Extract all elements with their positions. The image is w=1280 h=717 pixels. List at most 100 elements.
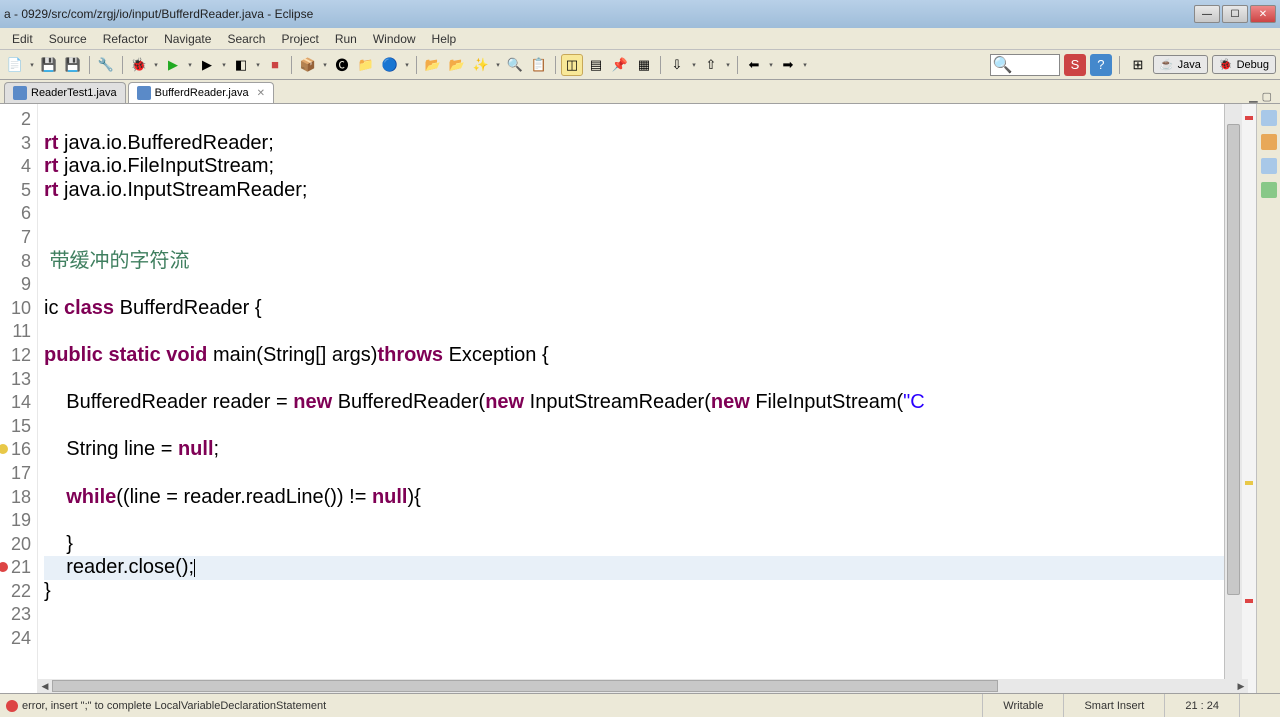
- pin-icon[interactable]: 📌: [609, 54, 631, 76]
- code-line[interactable]: String line = null;: [44, 438, 1224, 462]
- info-icon[interactable]: ?: [1090, 54, 1112, 76]
- navigator-view-icon[interactable]: [1261, 182, 1277, 198]
- tab-bufferdreader[interactable]: BufferdReader.java ✕: [128, 82, 274, 103]
- dropdown-icon[interactable]: ▾: [254, 54, 262, 76]
- scrollbar-thumb[interactable]: [52, 680, 998, 692]
- close-icon[interactable]: ✕: [257, 88, 265, 99]
- menu-run[interactable]: Run: [327, 30, 365, 48]
- code-line[interactable]: [44, 509, 1224, 533]
- help-icon[interactable]: S: [1064, 54, 1086, 76]
- code-line[interactable]: [44, 462, 1224, 486]
- horizontal-scrollbar[interactable]: ◀ ▶: [38, 679, 1248, 693]
- code-line[interactable]: }: [44, 580, 1224, 604]
- code-line[interactable]: [44, 202, 1224, 226]
- open-perspective-icon[interactable]: ⊞: [1127, 54, 1149, 76]
- wand-icon[interactable]: ✨: [470, 54, 492, 76]
- dropdown-icon[interactable]: ▾: [494, 54, 502, 76]
- menu-edit[interactable]: Edit: [4, 30, 41, 48]
- menu-navigate[interactable]: Navigate: [156, 30, 219, 48]
- next-annotation-icon[interactable]: ⇩: [666, 54, 688, 76]
- code-line[interactable]: rt java.io.InputStreamReader;: [44, 179, 1224, 203]
- menu-source[interactable]: Source: [41, 30, 95, 48]
- code-line[interactable]: [44, 226, 1224, 250]
- code-line[interactable]: rt java.io.FileInputStream;: [44, 155, 1224, 179]
- hierarchy-view-icon[interactable]: [1261, 158, 1277, 174]
- coverage-icon[interactable]: ◧: [230, 54, 252, 76]
- code-line[interactable]: [44, 273, 1224, 297]
- task-icon[interactable]: 📋: [528, 54, 550, 76]
- task-view-icon[interactable]: [1261, 134, 1277, 150]
- dropdown-icon[interactable]: ▾: [152, 54, 160, 76]
- back-icon[interactable]: ⬅: [743, 54, 765, 76]
- stop-icon[interactable]: ■: [264, 54, 286, 76]
- code-line[interactable]: [44, 368, 1224, 392]
- code-line[interactable]: [44, 108, 1224, 132]
- java-perspective-button[interactable]: ☕ Java: [1153, 55, 1208, 74]
- debug-perspective-button[interactable]: 🐞 Debug: [1212, 55, 1276, 74]
- save-icon[interactable]: 💾: [38, 54, 60, 76]
- code-line[interactable]: }: [44, 533, 1224, 557]
- warning-marker[interactable]: [1245, 481, 1253, 485]
- scroll-right-icon[interactable]: ▶: [1234, 679, 1248, 693]
- outline-view-icon[interactable]: [1261, 110, 1277, 126]
- code-line[interactable]: public static void main(String[] args)th…: [44, 344, 1224, 368]
- maximize-view-icon[interactable]: ▢: [1262, 90, 1272, 103]
- dropdown-icon[interactable]: ▾: [220, 54, 228, 76]
- open-type-icon[interactable]: 🔵: [379, 54, 401, 76]
- build-icon[interactable]: 🔧: [95, 54, 117, 76]
- code-line[interactable]: BufferedReader reader = new BufferedRead…: [44, 391, 1224, 415]
- dropdown-icon[interactable]: ▾: [403, 54, 411, 76]
- folder-icon[interactable]: 📂: [422, 54, 444, 76]
- close-button[interactable]: ✕: [1250, 5, 1276, 23]
- filter-icon[interactable]: ▦: [633, 54, 655, 76]
- code-line[interactable]: ic class BufferdReader {: [44, 297, 1224, 321]
- dropdown-icon[interactable]: ▾: [690, 54, 698, 76]
- vertical-scrollbar[interactable]: [1224, 104, 1242, 693]
- code-line[interactable]: [44, 415, 1224, 439]
- dropdown-icon[interactable]: ▾: [801, 54, 809, 76]
- dropdown-icon[interactable]: ▾: [724, 54, 732, 76]
- run-last-icon[interactable]: ▶: [196, 54, 218, 76]
- tab-readertest1[interactable]: ReaderTest1.java: [4, 82, 126, 103]
- prev-annotation-icon[interactable]: ⇧: [700, 54, 722, 76]
- new-package-icon[interactable]: 📦: [297, 54, 319, 76]
- toggle-icon[interactable]: ◫: [561, 54, 583, 76]
- quick-access-input[interactable]: 🔍: [990, 54, 1060, 76]
- new-icon[interactable]: 📄: [4, 54, 26, 76]
- dropdown-icon[interactable]: ▾: [767, 54, 775, 76]
- quick-access-field[interactable]: [1013, 59, 1057, 71]
- code-line[interactable]: while((line = reader.readLine()) != null…: [44, 486, 1224, 510]
- outline-icon[interactable]: ▤: [585, 54, 607, 76]
- dropdown-icon[interactable]: ▾: [186, 54, 194, 76]
- forward-icon[interactable]: ➡: [777, 54, 799, 76]
- code-line[interactable]: [44, 320, 1224, 344]
- search-icon[interactable]: 🔍: [504, 54, 526, 76]
- error-marker[interactable]: [1245, 116, 1253, 120]
- code-line[interactable]: reader.close();: [44, 556, 1224, 580]
- menu-refactor[interactable]: Refactor: [95, 30, 156, 48]
- code-area[interactable]: rt java.io.BufferedReader;rt java.io.Fil…: [38, 104, 1224, 693]
- minimize-view-icon[interactable]: ▁: [1249, 90, 1257, 103]
- menu-window[interactable]: Window: [365, 30, 424, 48]
- menu-project[interactable]: Project: [273, 30, 326, 48]
- menu-search[interactable]: Search: [219, 30, 273, 48]
- new-folder-icon[interactable]: 📁: [355, 54, 377, 76]
- scroll-left-icon[interactable]: ◀: [38, 679, 52, 693]
- dropdown-icon[interactable]: ▾: [321, 54, 329, 76]
- save-all-icon[interactable]: 💾: [62, 54, 84, 76]
- menu-help[interactable]: Help: [424, 30, 465, 48]
- code-line[interactable]: rt java.io.BufferedReader;: [44, 132, 1224, 156]
- error-marker[interactable]: [1245, 599, 1253, 603]
- code-line[interactable]: [44, 603, 1224, 627]
- debug-icon[interactable]: 🐞: [128, 54, 150, 76]
- scrollbar-thumb[interactable]: [1227, 124, 1240, 595]
- run-icon[interactable]: ▶: [162, 54, 184, 76]
- dropdown-icon[interactable]: ▾: [28, 54, 36, 76]
- code-line[interactable]: [44, 627, 1224, 651]
- overview-ruler[interactable]: [1242, 104, 1256, 693]
- folder2-icon[interactable]: 📂: [446, 54, 468, 76]
- code-line[interactable]: 带缓冲的字符流: [44, 250, 1224, 274]
- new-class-icon[interactable]: 🅒: [331, 54, 353, 76]
- minimize-button[interactable]: —: [1194, 5, 1220, 23]
- maximize-button[interactable]: ☐: [1222, 5, 1248, 23]
